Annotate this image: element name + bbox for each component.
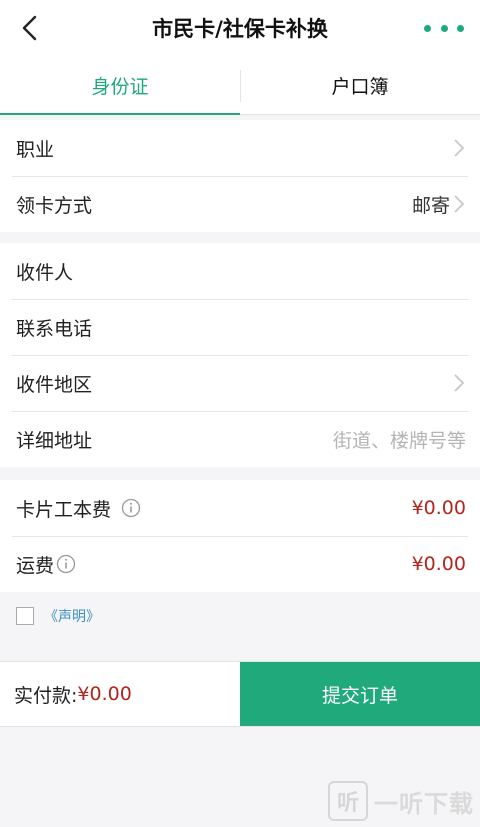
page-title: 市民卡/社保卡补换 — [152, 17, 328, 41]
back-button[interactable] — [12, 12, 46, 44]
shipping-fee-value: ¥0.00 — [411, 553, 466, 575]
card-fee-value: ¥0.00 — [411, 497, 466, 519]
chevron-right-icon — [454, 374, 465, 392]
shipping-fee-label: 运费 — [16, 554, 55, 577]
agreement-checkbox[interactable] — [16, 607, 34, 625]
watermark-logo: 听 一听下载 — [328, 781, 474, 821]
card-fee-label: 卡片工本费 — [16, 498, 112, 521]
checkout-bar: 实付款: ¥0.00 提交订单 — [0, 661, 480, 727]
chevron-left-icon — [22, 15, 37, 41]
watermark-text: 一听下载 — [374, 789, 474, 818]
watermark-mark: 听 — [328, 781, 368, 821]
fees-section: 卡片工本费 ¥0.00 运费 ¥0.00 — [0, 480, 480, 592]
agreement-row: 《声明》 — [0, 596, 480, 636]
shipping-fee-row: 运费 ¥0.00 — [0, 536, 480, 592]
shipping-address-section: 收件人 联系电话 收件地区 详细地址 街道、楼牌号等 — [0, 243, 480, 467]
tab-divider — [240, 70, 241, 102]
pay-label: 实付款: — [14, 684, 78, 707]
region-row[interactable]: 收件地区 — [0, 355, 480, 411]
phone-label: 联系电话 — [16, 317, 93, 340]
tab-id-card[interactable]: 身份证 — [0, 56, 240, 115]
phone-row[interactable]: 联系电话 — [0, 299, 480, 355]
submit-order-button[interactable]: 提交订单 — [240, 662, 480, 726]
statement-link[interactable]: 《声明》 — [44, 606, 100, 626]
recipient-label: 收件人 — [16, 261, 74, 284]
address-row[interactable]: 详细地址 街道、楼牌号等 — [0, 411, 480, 467]
pay-amount: ¥0.00 — [77, 683, 132, 705]
pickup-method-value: 邮寄 — [411, 194, 450, 217]
card-info-section: 职业 领卡方式 邮寄 — [0, 120, 480, 232]
chevron-right-icon — [454, 139, 465, 157]
pickup-method-row[interactable]: 领卡方式 邮寄 — [0, 176, 480, 232]
info-icon[interactable] — [56, 554, 76, 574]
more-dots-icon — [424, 24, 431, 32]
tab-household-register[interactable]: 户口簿 — [240, 56, 480, 114]
region-label: 收件地区 — [16, 373, 93, 396]
total-payment: 实付款: ¥0.00 — [0, 662, 240, 726]
occupation-row[interactable]: 职业 — [0, 120, 480, 176]
recipient-row[interactable]: 收件人 — [0, 243, 480, 299]
card-fee-row: 卡片工本费 ¥0.00 — [0, 480, 480, 536]
top-bar: 市民卡/社保卡补换 — [0, 0, 480, 56]
more-button[interactable] — [424, 14, 464, 42]
pickup-method-label: 领卡方式 — [16, 194, 93, 217]
info-icon[interactable] — [121, 498, 141, 518]
chevron-right-icon — [454, 195, 465, 213]
occupation-label: 职业 — [16, 138, 55, 161]
address-input-placeholder[interactable]: 街道、楼牌号等 — [333, 426, 466, 453]
address-label: 详细地址 — [16, 429, 93, 452]
